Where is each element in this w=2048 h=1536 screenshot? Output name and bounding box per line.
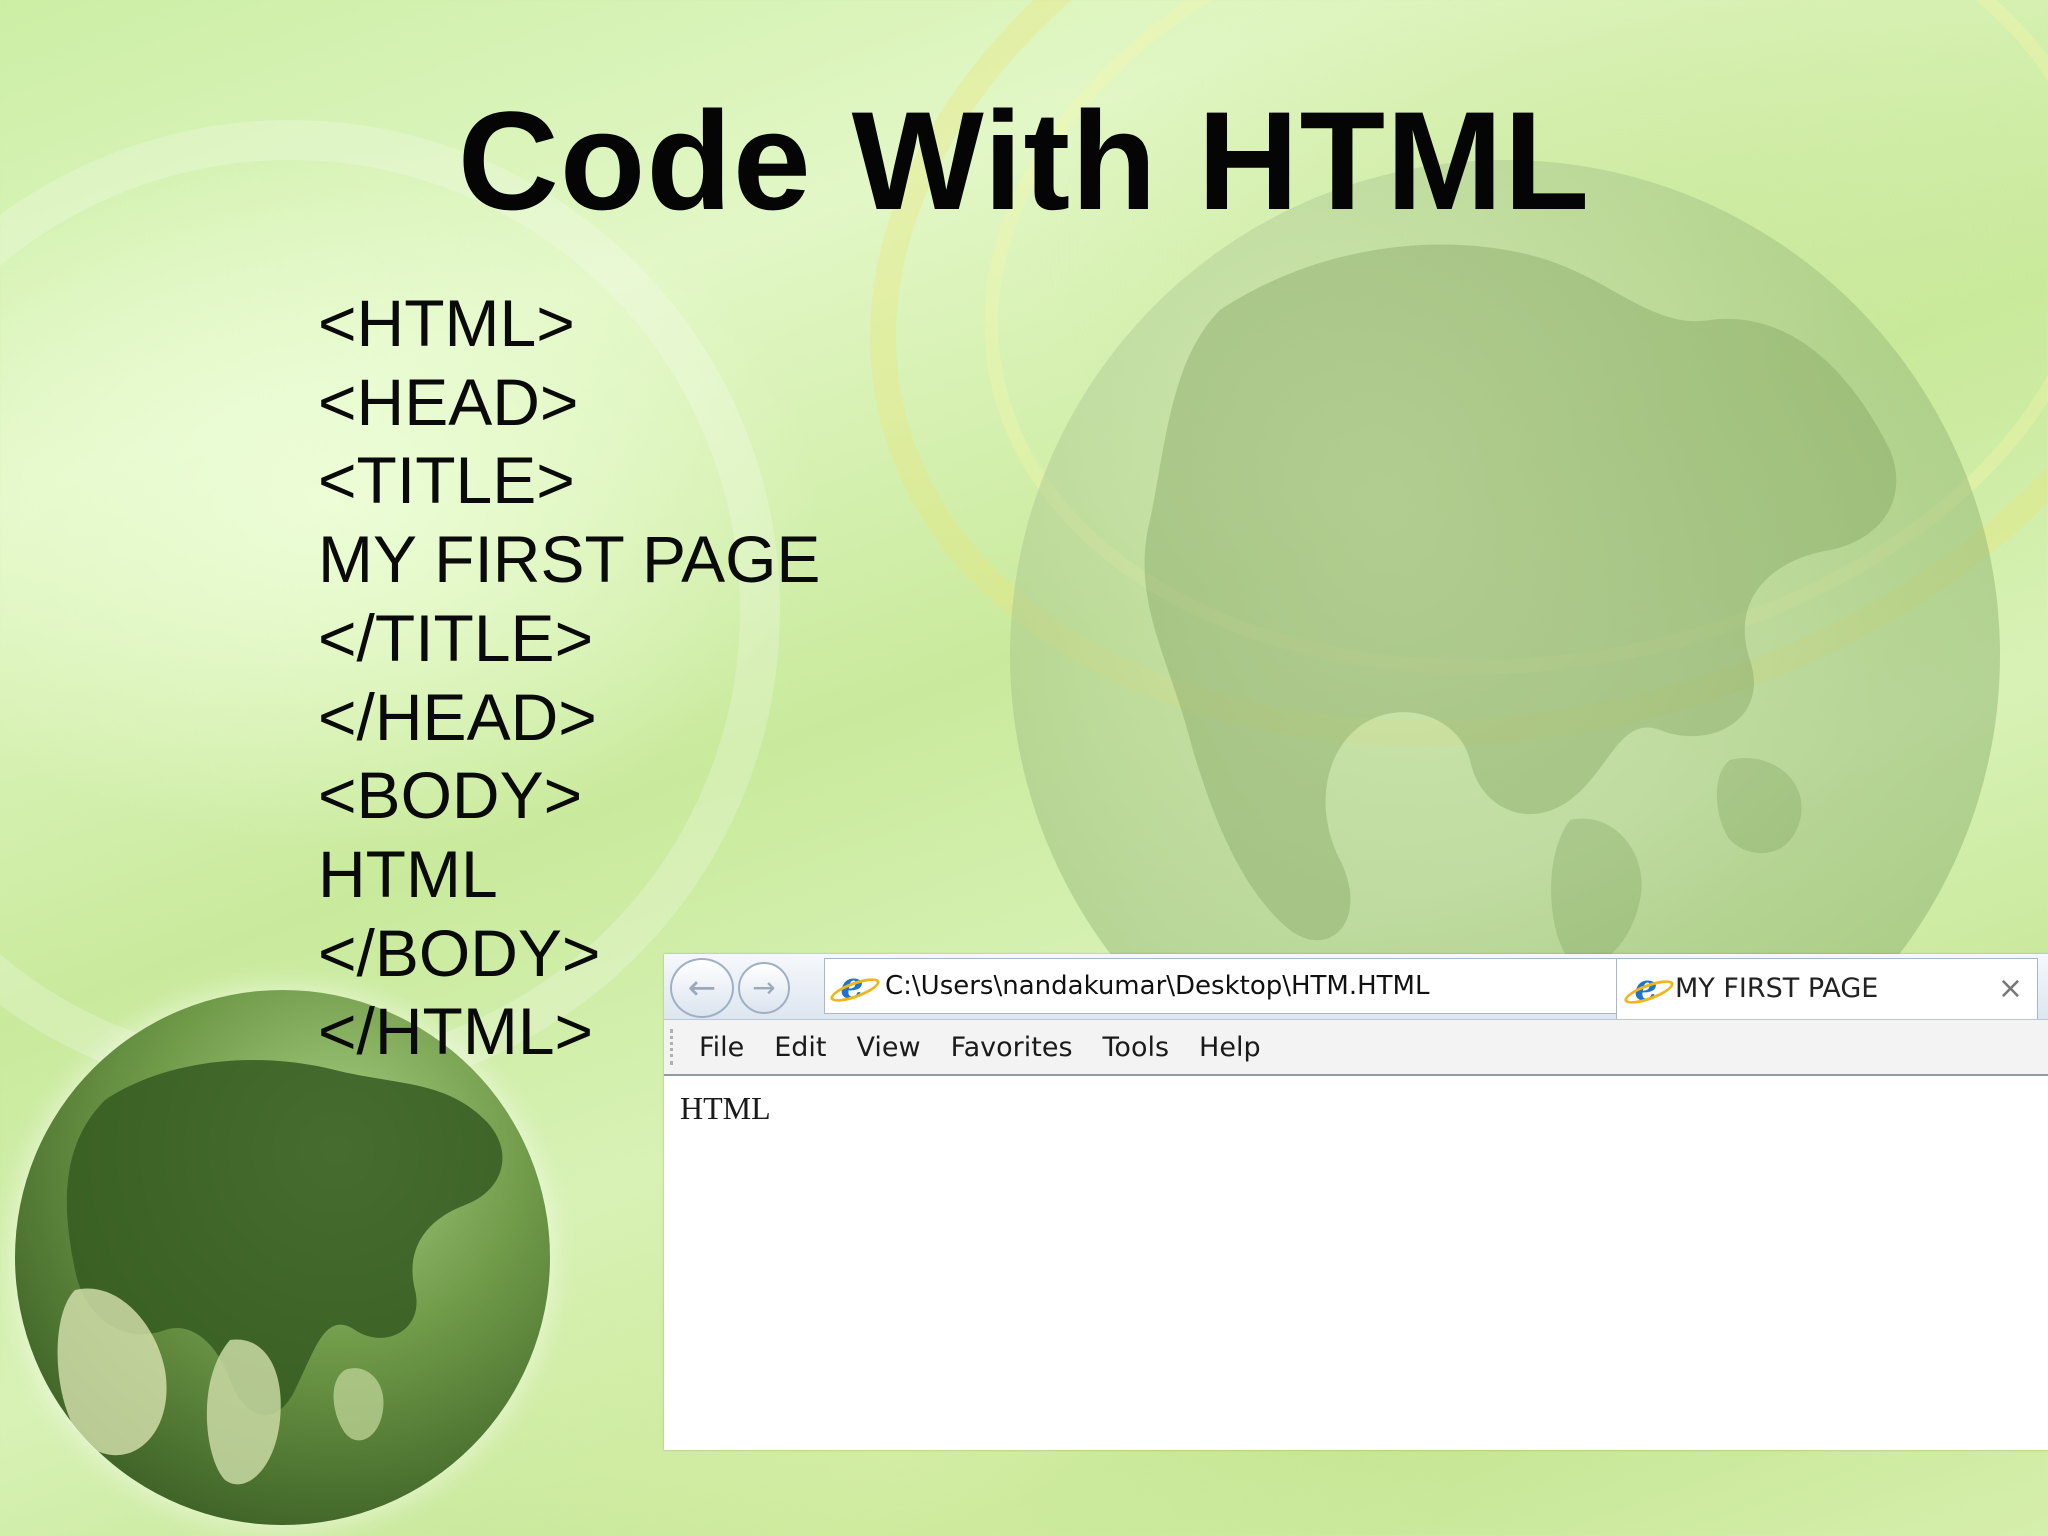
code-line: </TITLE>	[318, 600, 594, 675]
back-button[interactable]: ←	[670, 958, 734, 1018]
forward-arrow-icon: →	[752, 971, 776, 1004]
tab-title: MY FIRST PAGE	[1675, 973, 1879, 1004]
code-line: HTML	[318, 836, 498, 911]
code-line: MY FIRST PAGE	[318, 522, 821, 597]
address-input[interactable]: C:\Users\nandakumar\Desktop\HTM.HTML	[885, 959, 1429, 1013]
menu-help[interactable]: Help	[1199, 1032, 1261, 1063]
tab-my-first-page[interactable]: e MY FIRST PAGE ×	[1616, 958, 2038, 1019]
address-bar[interactable]: e C:\Users\nandakumar\Desktop\HTM.HTML ⌕…	[824, 958, 1789, 1014]
rendered-page-text: HTML	[680, 1090, 771, 1126]
code-line: </HEAD>	[318, 679, 597, 754]
menu-bar: File Edit View Favorites Tools Help	[664, 1020, 2048, 1076]
menu-view[interactable]: View	[856, 1032, 920, 1063]
forward-button[interactable]: →	[738, 962, 790, 1014]
code-line: <TITLE>	[318, 443, 575, 518]
browser-window: ← → e C:\Users\nandakumar\Desktop\HTM.HT…	[664, 954, 2048, 1450]
close-icon[interactable]: ×	[1998, 959, 2023, 1019]
html-code-listing: <HTML> <HEAD> <TITLE> MY FIRST PAGE </TI…	[318, 284, 820, 1071]
menu-tools[interactable]: Tools	[1103, 1032, 1170, 1063]
back-arrow-icon: ←	[687, 968, 717, 1008]
internet-explorer-icon: e	[1627, 967, 1665, 1009]
code-line: <HEAD>	[318, 364, 579, 439]
menu-favorites[interactable]: Favorites	[951, 1032, 1073, 1063]
internet-explorer-icon: e	[833, 965, 871, 1007]
browser-toolbar: ← → e C:\Users\nandakumar\Desktop\HTM.HT…	[664, 954, 2048, 1020]
menu-file[interactable]: File	[699, 1032, 744, 1063]
code-line: <HTML>	[318, 286, 575, 360]
slide-title: Code With HTML	[457, 82, 1591, 239]
code-line: <BODY>	[318, 758, 583, 833]
menu-edit[interactable]: Edit	[774, 1032, 826, 1063]
toolbar-grip	[670, 1029, 679, 1065]
